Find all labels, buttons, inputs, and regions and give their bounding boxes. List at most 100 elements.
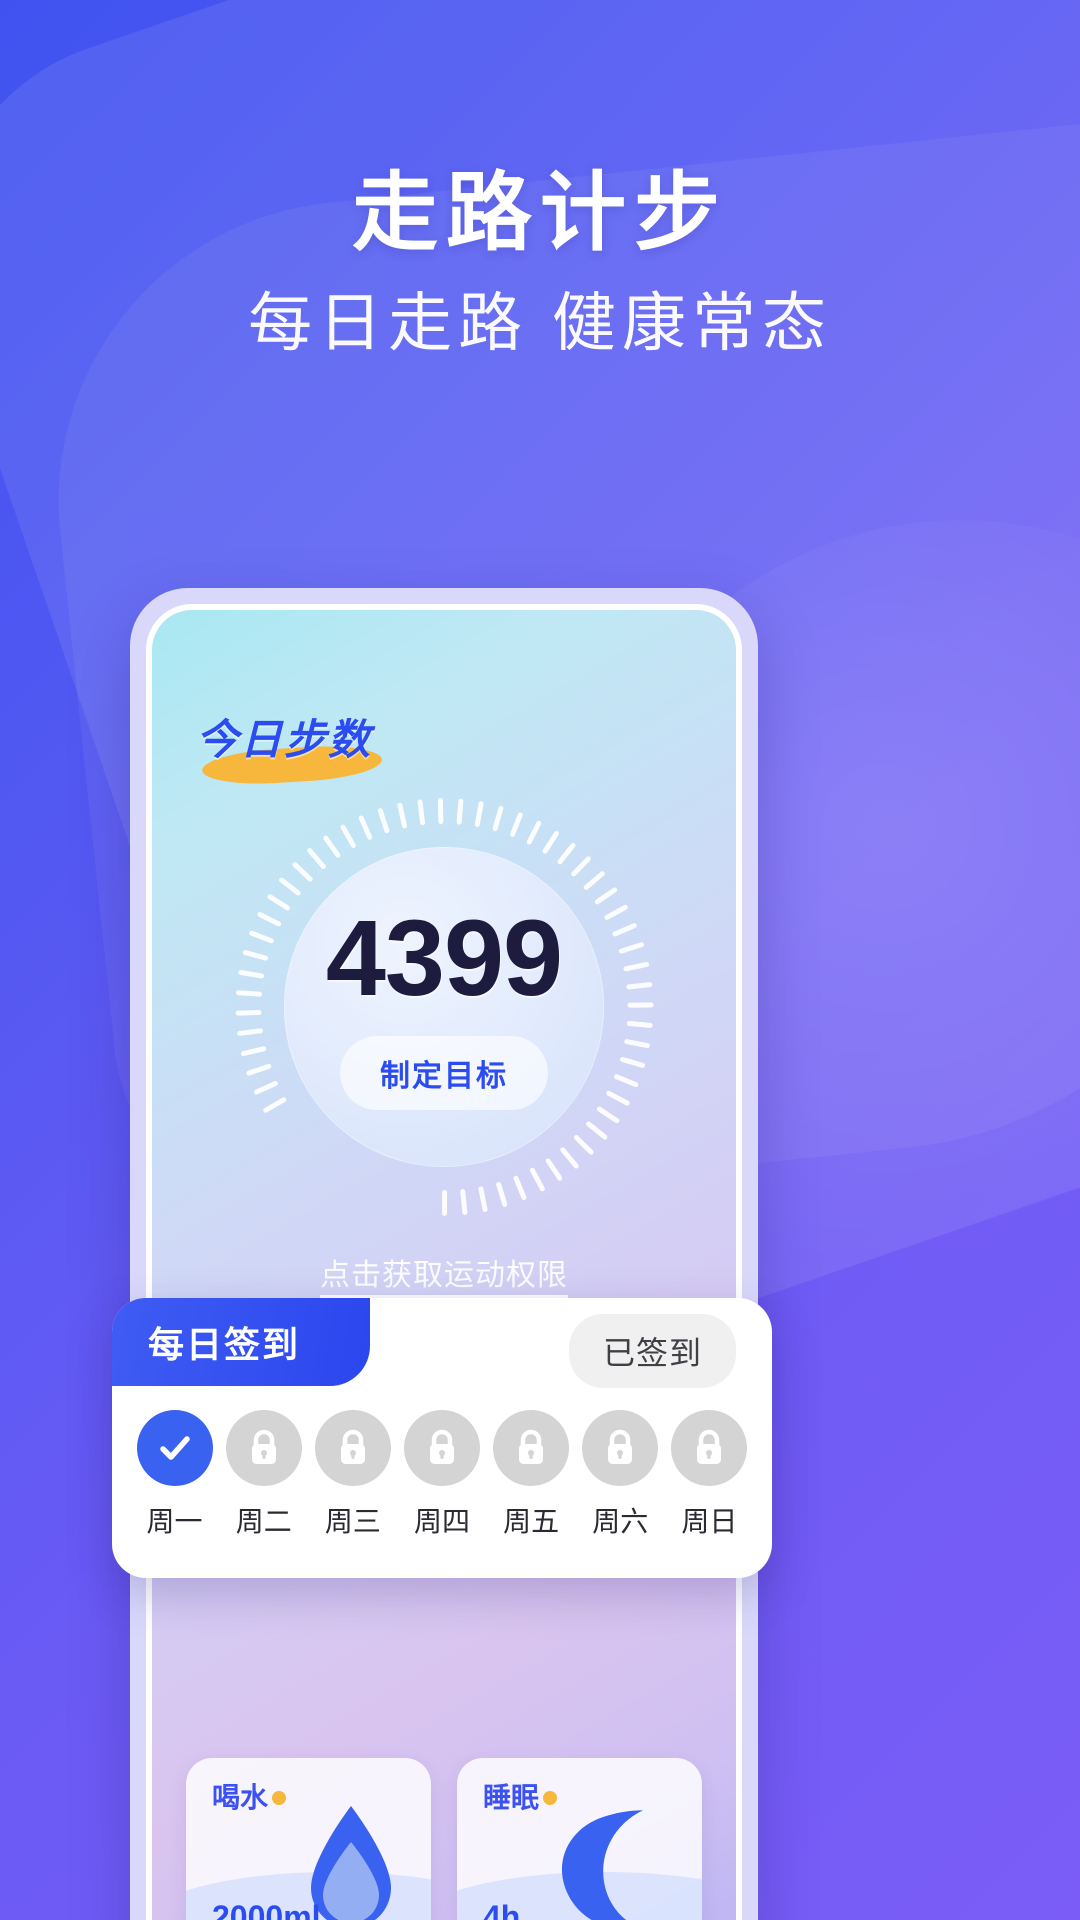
dial-tick (305, 847, 327, 871)
checkin-days-row: 周一 周二 周三 周四 周五 周六 周日 (112, 1410, 772, 1540)
dial-tick (618, 1056, 646, 1069)
checkin-day-label: 周二 (235, 1506, 292, 1537)
dial-tick (290, 861, 314, 883)
dial-tick (541, 830, 560, 855)
dial-tick (626, 1020, 653, 1029)
signed-in-button[interactable]: 已签到 (568, 1314, 736, 1388)
dial-tick (236, 1027, 263, 1037)
checkin-day[interactable]: 周四 (403, 1410, 480, 1540)
dial-tick (477, 1185, 488, 1213)
dial-tick (611, 922, 638, 938)
daily-checkin-tab-label: 每日签到 (148, 1324, 301, 1365)
dial-tick (582, 870, 606, 891)
water-card-title-text: 喝水 (212, 1782, 269, 1813)
lock-icon (251, 1429, 276, 1464)
water-card-dot-icon (272, 1791, 287, 1805)
dial-tick (625, 981, 653, 990)
checkin-day-locked[interactable] (582, 1410, 659, 1486)
checkin-day-locked[interactable] (493, 1410, 570, 1486)
dial-tick (239, 1045, 267, 1057)
dial-tick (256, 911, 282, 928)
checkin-day-locked[interactable] (225, 1410, 302, 1486)
checkin-day[interactable]: 周日 (671, 1410, 748, 1540)
dial-tick (623, 1038, 650, 1049)
dial-tick (595, 1105, 620, 1125)
dial-tick (235, 990, 262, 997)
mini-card-row: 喝水 2000ml 睡眠 4h (186, 1758, 702, 1920)
dial-tick (357, 814, 373, 841)
step-count-value: 4399 (325, 897, 563, 1018)
sleep-card-dot-icon (543, 1791, 558, 1805)
dial-tick (473, 800, 484, 828)
sleep-card-value: 4h (483, 1899, 521, 1920)
checkin-day-locked[interactable] (314, 1410, 391, 1486)
checkin-day[interactable]: 周五 (493, 1410, 570, 1540)
dial-tick (455, 798, 463, 825)
dial-tick (277, 876, 302, 897)
motion-permission-link[interactable]: 点击获取运动权限 (152, 1250, 736, 1294)
checkin-day[interactable]: 周二 (225, 1410, 302, 1540)
checkin-day-label: 周五 (503, 1506, 560, 1537)
dial-tick (604, 1089, 631, 1107)
lock-icon (340, 1429, 365, 1464)
dial-tick (265, 893, 291, 912)
dial-tick (622, 961, 650, 972)
lock-icon (429, 1429, 454, 1464)
dial-tick (252, 1080, 279, 1096)
set-goal-button[interactable]: 制定目标 (340, 1036, 548, 1110)
lock-icon (608, 1429, 633, 1464)
dial-tick (572, 1133, 595, 1156)
dial-tick (508, 811, 523, 838)
checkin-day-locked[interactable] (403, 1410, 480, 1486)
checkin-day-done[interactable] (136, 1410, 213, 1486)
today-steps-label: 今日步数 (196, 716, 373, 763)
checkin-day[interactable]: 周三 (314, 1410, 391, 1540)
dial-tick (555, 841, 577, 866)
phone-screen: 今日步数 4399 制定目标 点击获取运动权限 喝水 2000ml 睡眠 4h (146, 604, 742, 1920)
dial-tick (261, 1096, 287, 1114)
sleep-card[interactable]: 睡眠 4h (457, 1758, 702, 1920)
checkin-day[interactable]: 周一 (136, 1410, 213, 1540)
daily-checkin-tab[interactable]: 每日签到 (112, 1298, 370, 1386)
checkin-day-label: 周三 (324, 1506, 381, 1537)
dial-tick (459, 1188, 468, 1216)
dial-tick (528, 1166, 546, 1193)
page-title: 走路计步 (352, 165, 728, 261)
dial-tick (441, 1190, 447, 1216)
page-subtitle: 每日走路 健康常态 (248, 287, 832, 360)
dial-tick (603, 903, 629, 921)
lock-icon (519, 1429, 544, 1464)
promo-screen: 走路计步 每日走路 健康常态 今日步数 4399 制定目标 点击获取运动权限 喝… (0, 0, 1080, 1920)
dial-tick (612, 1073, 639, 1088)
dial-tick (525, 819, 542, 846)
checkin-day-label: 周六 (592, 1506, 649, 1537)
dial-tick (569, 855, 592, 878)
dial-tick (626, 1002, 654, 1008)
checkin-day-label: 周日 (681, 1506, 738, 1537)
dial-tick (558, 1146, 580, 1170)
dial-tick (544, 1157, 563, 1182)
checkin-day[interactable]: 周六 (582, 1410, 659, 1540)
dial-tick (321, 834, 341, 859)
dial-tick (237, 969, 264, 979)
water-card-value: 2000ml (212, 1899, 321, 1920)
daily-checkin-panel: 每日签到 已签到 周一 周二 周三 周四 周五 周六 周日 (112, 1298, 772, 1578)
checkin-day-locked[interactable] (671, 1410, 748, 1486)
sleep-card-title-text: 睡眠 (483, 1782, 540, 1813)
promo-heading-block: 走路计步 每日走路 健康常态 (0, 168, 1080, 359)
dial-tick (617, 941, 645, 955)
dial-core: 4399 制定目标 (284, 847, 604, 1167)
dial-tick (235, 1009, 262, 1016)
dial-tick (495, 1181, 508, 1208)
water-card[interactable]: 喝水 2000ml (186, 1758, 431, 1920)
lock-icon (697, 1429, 722, 1464)
water-card-title: 喝水 (212, 1776, 287, 1816)
dial-tick (437, 797, 443, 825)
dial-tick (339, 823, 357, 849)
check-icon (159, 1436, 190, 1460)
dial-tick (396, 802, 407, 829)
step-dial: 4399 制定目标 (235, 797, 654, 1216)
dial-tick (584, 1120, 608, 1141)
checkin-day-label: 周一 (146, 1506, 203, 1537)
dial-tick (245, 1063, 272, 1077)
